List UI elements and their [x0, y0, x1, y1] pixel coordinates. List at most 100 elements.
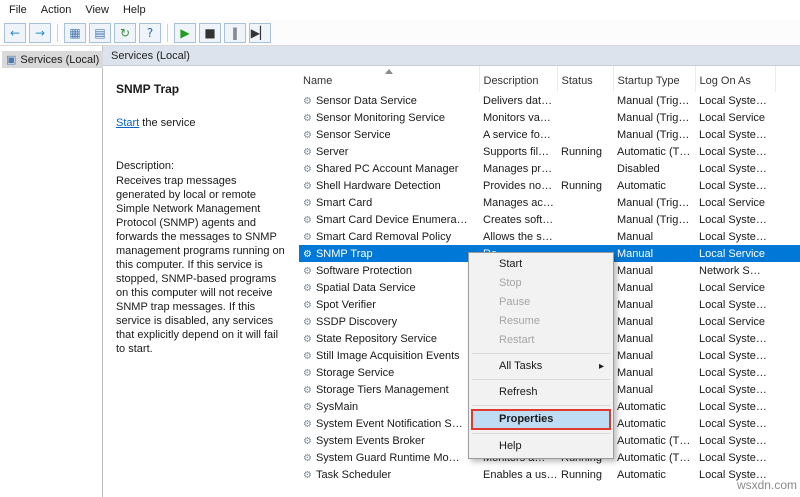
menu-item-resume[interactable]: Resume — [471, 312, 611, 331]
service-row[interactable]: ⚙ Sensor Service A service fo… Manual (Tr… — [299, 126, 800, 143]
back-button[interactable]: ← — [4, 22, 26, 43]
help-icon: ? — [146, 25, 154, 40]
service-gear-icon: ⚙ — [303, 180, 312, 192]
column-header-filler — [775, 66, 800, 92]
table-header-row: Name Description Status Startup Type Log… — [299, 66, 800, 92]
export-list-icon: ▤ — [94, 25, 106, 40]
menu-item-restart[interactable]: Restart — [471, 331, 611, 350]
services-window: File Action View Help ← → ▦ ▤ ↻? ▶ ■ ‖ ▶▏ ▣ Serv… — [0, 0, 800, 497]
menu-separator — [472, 379, 610, 380]
menu-item-start[interactable]: Start — [471, 255, 611, 274]
start-service-suffix: the service — [139, 117, 196, 129]
description-label: Description: — [116, 160, 175, 172]
column-header-description[interactable]: Description — [479, 66, 558, 92]
pane-header-label: Services (Local) — [111, 50, 190, 62]
back-icon: ← — [9, 25, 21, 40]
service-row[interactable]: ⚙ Server Supports fil… Running Automatic … — [299, 143, 800, 160]
content-area: ▣ Services (Local) Services (Local) SNMP… — [0, 46, 800, 497]
service-gear-icon: ⚙ — [303, 452, 312, 464]
service-gear-icon: ⚙ — [303, 146, 312, 158]
column-header-startup-type[interactable]: Startup Type — [613, 66, 696, 92]
show-console-tree-icon: ▦ — [69, 25, 81, 40]
menu-item-stop[interactable]: Stop — [471, 274, 611, 293]
service-gear-icon: ⚙ — [303, 299, 312, 311]
service-gear-icon: ⚙ — [303, 435, 312, 447]
service-gear-icon: ⚙ — [303, 129, 312, 141]
refresh-icon: ↻ — [119, 25, 131, 40]
sort-ascending-icon — [384, 69, 393, 74]
tree-item-services-local[interactable]: ▣ Services (Local) — [2, 51, 104, 68]
menu-view[interactable]: View — [78, 2, 116, 18]
menu-item-all-tasks[interactable]: All Tasks ▸ — [471, 357, 611, 376]
menu-bar: File Action View Help — [0, 0, 800, 20]
menu-item-refresh[interactable]: Refresh — [471, 383, 611, 402]
toolbar-separator — [57, 23, 58, 42]
service-gear-icon: ⚙ — [303, 214, 312, 226]
refresh-button[interactable]: ↻ — [114, 22, 136, 43]
detail-panel: SNMP Trap Start the service Description:… — [103, 66, 299, 497]
pane-body: SNMP Trap Start the service Description:… — [103, 66, 800, 497]
service-row[interactable]: ⚙ Smart Card Device Enumera… Creates soft… — [299, 211, 800, 228]
service-row[interactable]: ⚙ Smart Card Manages ac… Manual (Trig… Lo… — [299, 194, 800, 211]
menu-item-properties[interactable]: Properties — [471, 409, 611, 430]
help-button[interactable]: ? — [139, 22, 161, 43]
pause-service-icon: ‖ — [232, 25, 238, 40]
service-row[interactable]: ⚙ Sensor Data Service Delivers dat… Manua… — [299, 92, 800, 109]
toolbar: ← → ▦ ▤ ↻? ▶ ■ ‖ ▶▏ — [0, 20, 800, 46]
restart-service-button[interactable]: ▶▏ — [249, 22, 271, 43]
service-gear-icon: ⚙ — [303, 112, 312, 124]
service-row[interactable]: ⚙ Sensor Monitoring Service Monitors va… … — [299, 109, 800, 126]
console-tree: ▣ Services (Local) — [0, 46, 104, 497]
show-console-tree-button[interactable]: ▦ — [64, 22, 86, 43]
submenu-arrow-icon: ▸ — [598, 361, 604, 372]
menu-item-help[interactable]: Help — [471, 437, 611, 456]
service-gear-icon: ⚙ — [303, 316, 312, 328]
service-row[interactable]: ⚙ Shell Hardware Detection Provides no… R… — [299, 177, 800, 194]
service-gear-icon: ⚙ — [303, 469, 312, 481]
service-gear-icon: ⚙ — [303, 163, 312, 175]
column-header-name[interactable]: Name — [299, 66, 480, 92]
service-gear-icon: ⚙ — [303, 95, 312, 107]
service-title: SNMP Trap — [116, 82, 180, 96]
menu-action[interactable]: Action — [34, 2, 79, 18]
pane-header: Services (Local) — [103, 46, 800, 66]
main-pane: Services (Local) SNMP Trap Start the ser… — [103, 46, 800, 497]
restart-service-icon: ▶▏ — [250, 25, 270, 40]
menu-separator — [472, 405, 610, 406]
tree-item-label: Services (Local) — [20, 53, 100, 66]
forward-button[interactable]: → — [29, 22, 51, 43]
menu-separator — [472, 433, 610, 434]
forward-icon: → — [34, 25, 46, 40]
service-row[interactable]: ⚙ Smart Card Removal Policy Allows the s…… — [299, 228, 800, 245]
service-gear-icon: ⚙ — [303, 401, 312, 413]
service-gear-icon: ⚙ — [303, 265, 312, 277]
context-menu: Start Stop Pause Resume Restart All Task… — [468, 252, 614, 459]
service-gear-icon: ⚙ — [303, 333, 312, 345]
service-gear-icon: ⚙ — [303, 384, 312, 396]
column-header-status[interactable]: Status — [557, 66, 614, 92]
start-service-button[interactable]: ▶ — [174, 22, 196, 43]
stop-service-icon: ■ — [204, 25, 216, 40]
column-header-name-label: Name — [303, 75, 333, 87]
description-text: Receives trap messages generated by loca… — [116, 175, 285, 355]
menu-separator — [472, 353, 610, 354]
service-gear-icon: ⚙ — [303, 231, 312, 243]
start-service-link[interactable]: Start — [116, 117, 139, 129]
start-service-icon: ▶ — [180, 25, 190, 40]
column-header-log-on-as[interactable]: Log On As — [695, 66, 776, 92]
service-row[interactable]: ⚙ Task Scheduler Enables a us… Running Au… — [299, 466, 800, 483]
service-gear-icon: ⚙ — [303, 350, 312, 362]
start-service-line: Start the service — [116, 117, 289, 129]
menu-help[interactable]: Help — [116, 2, 153, 18]
service-gear-icon: ⚙ — [303, 197, 312, 209]
service-gear-icon: ⚙ — [303, 418, 312, 430]
service-row[interactable]: ⚙ Shared PC Account Manager Manages pr… D… — [299, 160, 800, 177]
toolbar-separator — [167, 23, 168, 42]
stop-service-button[interactable]: ■ — [199, 22, 221, 43]
menu-file[interactable]: File — [2, 2, 34, 18]
pause-service-button[interactable]: ‖ — [224, 22, 246, 43]
services-node-icon: ▣ — [6, 53, 17, 66]
watermark: wsxdn.com — [736, 478, 797, 492]
export-list-button[interactable]: ▤ — [89, 22, 111, 43]
menu-item-pause[interactable]: Pause — [471, 293, 611, 312]
